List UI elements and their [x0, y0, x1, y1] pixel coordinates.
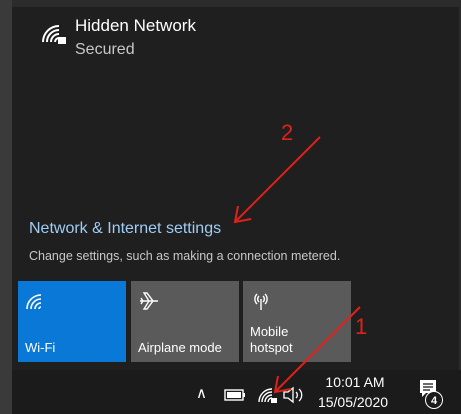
- volume-icon[interactable]: [282, 386, 304, 404]
- wifi-secured-icon: [42, 25, 66, 44]
- taskbar-wifi-secured-icon[interactable]: [258, 386, 278, 404]
- airplane-tile-label: Airplane mode: [138, 340, 222, 355]
- annotation-step-2: 2: [281, 120, 294, 145]
- airplane-icon: [140, 292, 158, 310]
- clock-date[interactable]: 15/05/2020: [313, 394, 393, 410]
- clock-time[interactable]: 10:01 AM: [320, 374, 390, 390]
- hotspot-tile-label: Mobile hotspot: [250, 324, 293, 355]
- settings-description: Change settings, such as making a connec…: [29, 249, 341, 263]
- wifi-icon: [26, 294, 42, 310]
- network-internet-settings-link[interactable]: Network & Internet settings: [29, 220, 221, 238]
- hotspot-icon: [254, 293, 268, 310]
- airplane-mode-tile[interactable]: Airplane mode: [131, 281, 239, 362]
- show-hidden-icons-chevron-icon[interactable]: ∧: [196, 384, 207, 402]
- desktop-edge: [0, 0, 12, 414]
- wifi-tile-label: Wi-Fi: [25, 340, 56, 355]
- annotation-step-1: 1: [355, 314, 368, 339]
- notification-count-badge: 4: [425, 391, 443, 409]
- wifi-toggle-tile[interactable]: Wi-Fi: [18, 281, 126, 362]
- mobile-hotspot-tile[interactable]: Mobile hotspot: [243, 281, 351, 362]
- network-name: Hidden Network: [75, 16, 196, 35]
- network-status: Secured: [75, 41, 135, 58]
- battery-icon[interactable]: [224, 389, 246, 401]
